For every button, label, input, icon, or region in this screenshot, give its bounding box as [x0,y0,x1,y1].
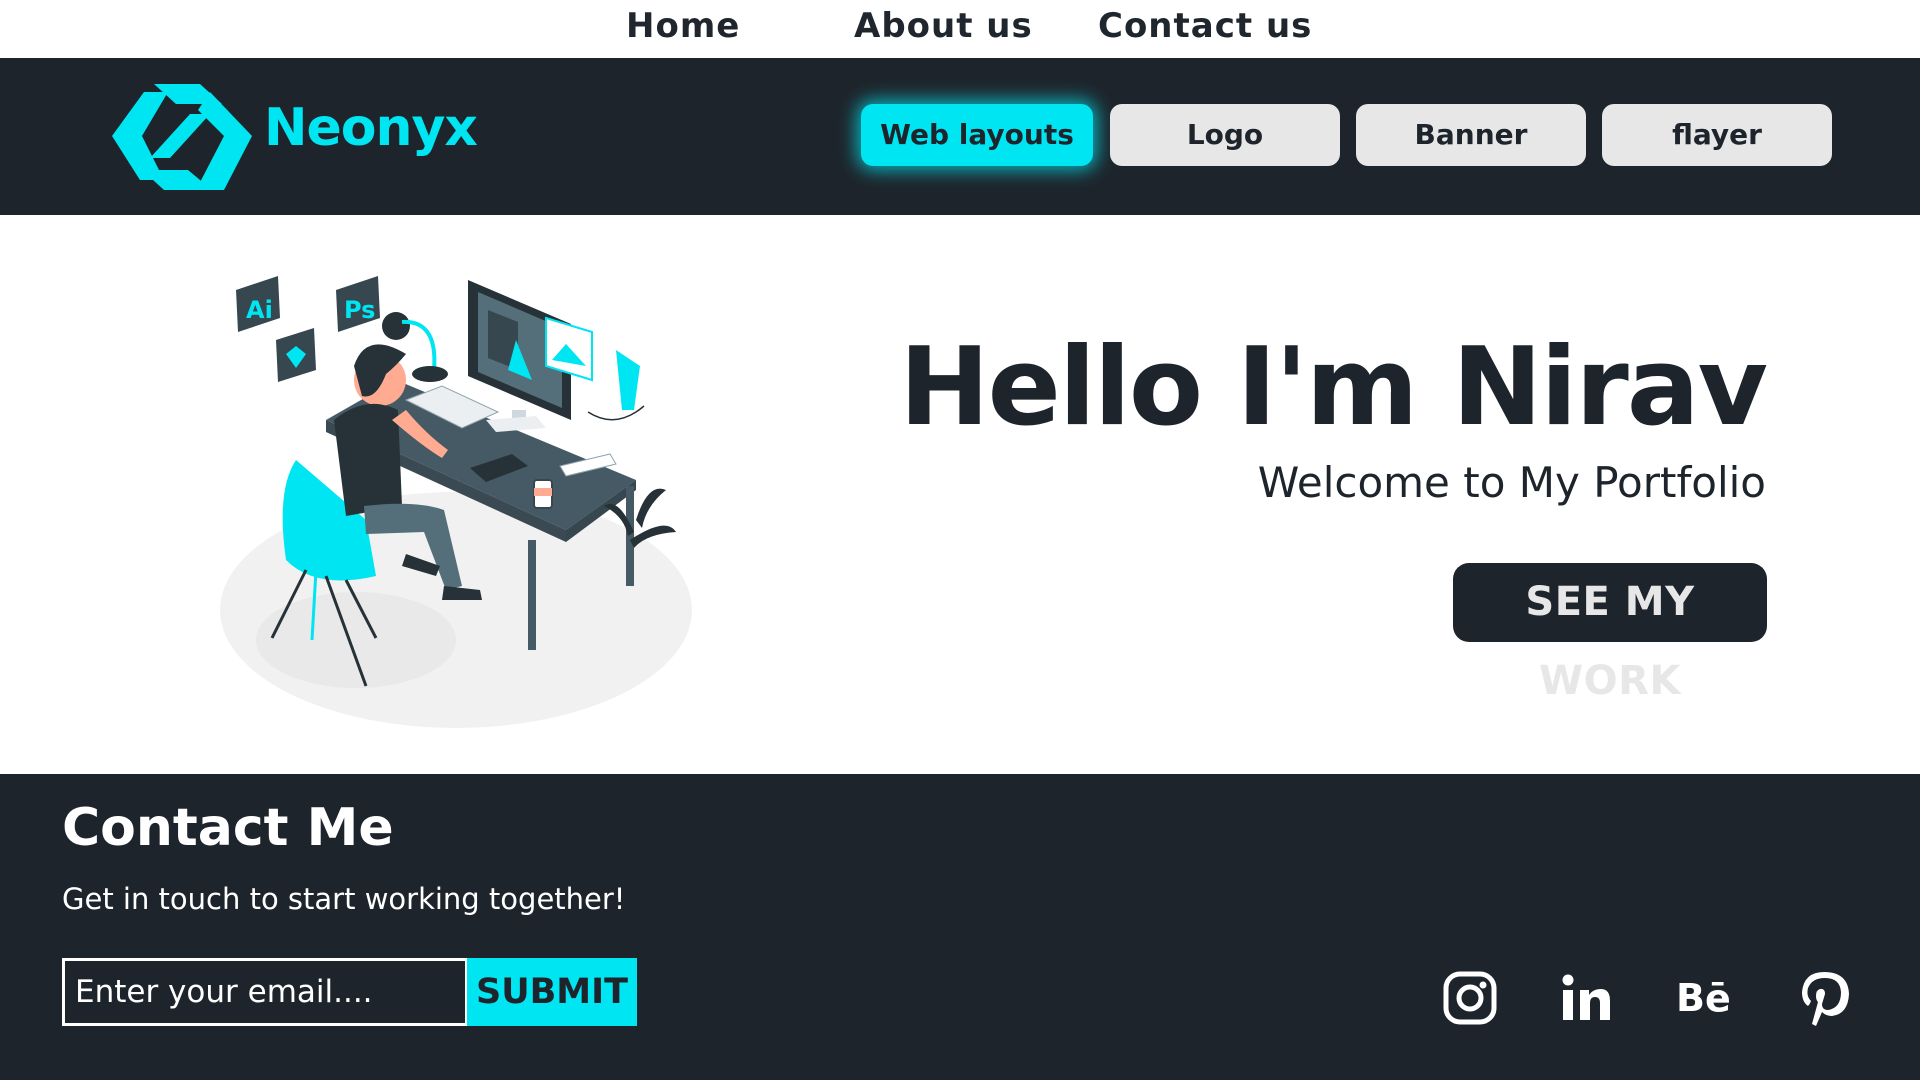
nav-about-link[interactable]: About us [854,6,1033,46]
ai-badge-icon: Ai [236,276,280,332]
tab-banner[interactable]: Banner [1356,104,1586,166]
top-nav: Home About us Contact us [0,0,1920,58]
tab-logo[interactable]: Logo [1110,104,1340,166]
behance-icon[interactable]: Bē [1676,968,1736,1028]
ps-badge-icon: Ps [336,276,380,332]
tab-flayer[interactable]: flayer [1602,104,1832,166]
svg-text:Ai: Ai [246,296,273,324]
logo-icon[interactable] [112,84,252,190]
instagram-icon[interactable] [1440,968,1500,1028]
contact-title: Contact Me [62,798,394,858]
pinterest-icon[interactable] [1794,968,1854,1028]
brand-name: Neonyx [264,98,478,158]
submit-button[interactable]: SUBMIT [467,958,637,1026]
hero-title: Hello I'm Nirav [899,325,1768,450]
designer-illustration: Ai Ps [216,270,696,730]
hero-subtitle: Welcome to My Portfolio [1257,458,1766,507]
behance-glyph: Bē [1676,976,1731,1020]
nav-contact-link[interactable]: Contact us [1098,6,1312,46]
svg-text:Ps: Ps [344,296,375,324]
see-my-work-button[interactable]: SEE MY WORK [1453,563,1767,704]
tab-web-layouts[interactable]: Web layouts [861,104,1093,166]
email-field[interactable] [62,958,468,1026]
nav-home-link[interactable]: Home [626,6,740,46]
contact-subtitle: Get in touch to start working together! [62,882,626,916]
linkedin-icon[interactable] [1556,968,1616,1028]
